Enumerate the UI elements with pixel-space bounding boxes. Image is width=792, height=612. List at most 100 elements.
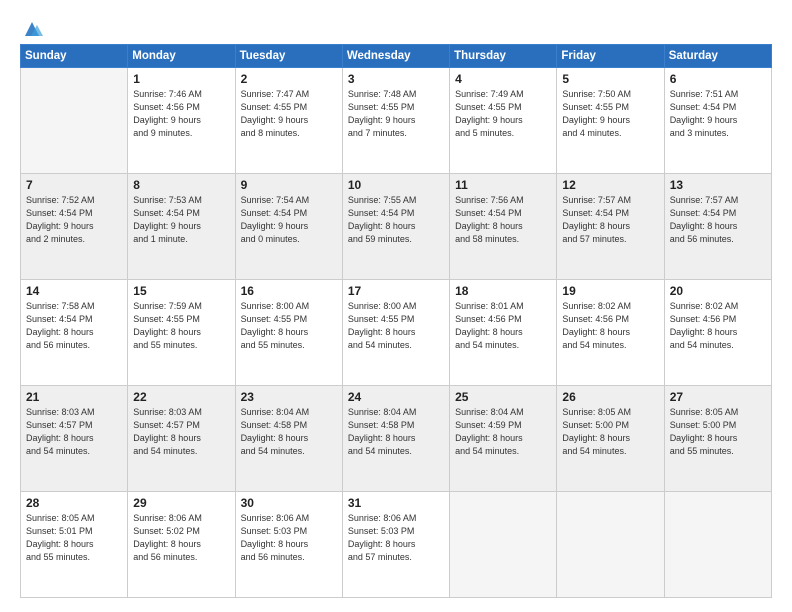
day-info: Sunrise: 7:52 AM Sunset: 4:54 PM Dayligh…	[26, 194, 122, 246]
day-info: Sunrise: 8:04 AM Sunset: 4:58 PM Dayligh…	[241, 406, 337, 458]
calendar-cell: 1 Sunrise: 7:46 AM Sunset: 4:56 PM Daylig…	[128, 68, 235, 174]
calendar-cell: 20 Sunrise: 8:02 AM Sunset: 4:56 PM Dayli…	[664, 280, 771, 386]
day-info: Sunrise: 7:59 AM Sunset: 4:55 PM Dayligh…	[133, 300, 229, 352]
calendar-cell: 27Sunrise: 8:05 AM Sunset: 5:00 PM Dayli…	[664, 386, 771, 492]
day-info: Sunrise: 8:06 AM Sunset: 5:03 PM Dayligh…	[241, 512, 337, 564]
calendar-cell: 11 Sunrise: 7:56 AM Sunset: 4:54 PM Dayli…	[450, 174, 557, 280]
day-info: Sunrise: 7:50 AM Sunset: 4:55 PM Dayligh…	[562, 88, 658, 140]
weekday-header-tuesday: Tuesday	[235, 45, 342, 68]
calendar-cell: 12Sunrise: 7:57 AM Sunset: 4:54 PM Dayli…	[557, 174, 664, 280]
day-number: 16	[241, 284, 337, 298]
day-info: Sunrise: 8:06 AM Sunset: 5:02 PM Dayligh…	[133, 512, 229, 564]
calendar-cell: 8 Sunrise: 7:53 AM Sunset: 4:54 PM Daylig…	[128, 174, 235, 280]
day-number: 2	[241, 72, 337, 86]
logo	[20, 18, 43, 34]
day-number: 14	[26, 284, 122, 298]
weekday-header-wednesday: Wednesday	[342, 45, 449, 68]
day-info: Sunrise: 8:00 AM Sunset: 4:55 PM Dayligh…	[241, 300, 337, 352]
day-info: Sunrise: 7:47 AM Sunset: 4:55 PM Dayligh…	[241, 88, 337, 140]
day-number: 6	[670, 72, 766, 86]
day-info: Sunrise: 8:04 AM Sunset: 4:59 PM Dayligh…	[455, 406, 551, 458]
calendar-cell: 26 Sunrise: 8:05 AM Sunset: 5:00 PM Dayli…	[557, 386, 664, 492]
day-number: 9	[241, 178, 337, 192]
day-number: 3	[348, 72, 444, 86]
header	[20, 18, 772, 34]
day-number: 26	[562, 390, 658, 404]
weekday-header-saturday: Saturday	[664, 45, 771, 68]
calendar-header-row: SundayMondayTuesdayWednesdayThursdayFrid…	[21, 45, 772, 68]
day-info: Sunrise: 8:05 AM Sunset: 5:01 PM Dayligh…	[26, 512, 122, 564]
day-number: 29	[133, 496, 229, 510]
calendar-cell: 29 Sunrise: 8:06 AM Sunset: 5:02 PM Dayli…	[128, 492, 235, 598]
day-info: Sunrise: 8:03 AM Sunset: 4:57 PM Dayligh…	[133, 406, 229, 458]
calendar-week-row: 7 Sunrise: 7:52 AM Sunset: 4:54 PM Daylig…	[21, 174, 772, 280]
day-number: 8	[133, 178, 229, 192]
calendar-cell: 18Sunrise: 8:01 AM Sunset: 4:56 PM Dayli…	[450, 280, 557, 386]
weekday-header-monday: Monday	[128, 45, 235, 68]
day-info: Sunrise: 7:57 AM Sunset: 4:54 PM Dayligh…	[670, 194, 766, 246]
day-info: Sunrise: 8:06 AM Sunset: 5:03 PM Dayligh…	[348, 512, 444, 564]
weekday-header-friday: Friday	[557, 45, 664, 68]
calendar-cell: 16 Sunrise: 8:00 AM Sunset: 4:55 PM Dayli…	[235, 280, 342, 386]
day-info: Sunrise: 7:53 AM Sunset: 4:54 PM Dayligh…	[133, 194, 229, 246]
day-number: 7	[26, 178, 122, 192]
calendar-cell: 30 Sunrise: 8:06 AM Sunset: 5:03 PM Dayli…	[235, 492, 342, 598]
day-info: Sunrise: 8:05 AM Sunset: 5:00 PM Dayligh…	[670, 406, 766, 458]
calendar-cell	[664, 492, 771, 598]
day-number: 13	[670, 178, 766, 192]
day-number: 11	[455, 178, 551, 192]
day-info: Sunrise: 8:01 AM Sunset: 4:56 PM Dayligh…	[455, 300, 551, 352]
logo-icon	[21, 18, 43, 38]
calendar-cell: 14 Sunrise: 7:58 AM Sunset: 4:54 PM Dayli…	[21, 280, 128, 386]
page: SundayMondayTuesdayWednesdayThursdayFrid…	[0, 0, 792, 612]
calendar-cell: 17 Sunrise: 8:00 AM Sunset: 4:55 PM Dayli…	[342, 280, 449, 386]
calendar-cell	[557, 492, 664, 598]
day-info: Sunrise: 7:48 AM Sunset: 4:55 PM Dayligh…	[348, 88, 444, 140]
day-number: 17	[348, 284, 444, 298]
calendar-table: SundayMondayTuesdayWednesdayThursdayFrid…	[20, 44, 772, 598]
calendar-cell: 31 Sunrise: 8:06 AM Sunset: 5:03 PM Dayli…	[342, 492, 449, 598]
calendar-week-row: 28Sunrise: 8:05 AM Sunset: 5:01 PM Dayli…	[21, 492, 772, 598]
day-info: Sunrise: 7:54 AM Sunset: 4:54 PM Dayligh…	[241, 194, 337, 246]
calendar-week-row: 14 Sunrise: 7:58 AM Sunset: 4:54 PM Dayli…	[21, 280, 772, 386]
day-info: Sunrise: 7:46 AM Sunset: 4:56 PM Dayligh…	[133, 88, 229, 140]
calendar-cell: 3 Sunrise: 7:48 AM Sunset: 4:55 PM Daylig…	[342, 68, 449, 174]
day-info: Sunrise: 7:55 AM Sunset: 4:54 PM Dayligh…	[348, 194, 444, 246]
calendar-cell: 6 Sunrise: 7:51 AM Sunset: 4:54 PM Daylig…	[664, 68, 771, 174]
day-info: Sunrise: 8:02 AM Sunset: 4:56 PM Dayligh…	[670, 300, 766, 352]
day-number: 12	[562, 178, 658, 192]
calendar-cell: 7 Sunrise: 7:52 AM Sunset: 4:54 PM Daylig…	[21, 174, 128, 280]
day-number: 10	[348, 178, 444, 192]
calendar-cell: 13 Sunrise: 7:57 AM Sunset: 4:54 PM Dayli…	[664, 174, 771, 280]
day-info: Sunrise: 8:00 AM Sunset: 4:55 PM Dayligh…	[348, 300, 444, 352]
calendar-cell: 9 Sunrise: 7:54 AM Sunset: 4:54 PM Daylig…	[235, 174, 342, 280]
calendar-cell: 24Sunrise: 8:04 AM Sunset: 4:58 PM Dayli…	[342, 386, 449, 492]
calendar-cell: 5Sunrise: 7:50 AM Sunset: 4:55 PM Daylig…	[557, 68, 664, 174]
day-info: Sunrise: 8:03 AM Sunset: 4:57 PM Dayligh…	[26, 406, 122, 458]
day-number: 20	[670, 284, 766, 298]
calendar-cell: 2 Sunrise: 7:47 AM Sunset: 4:55 PM Daylig…	[235, 68, 342, 174]
weekday-header-sunday: Sunday	[21, 45, 128, 68]
day-info: Sunrise: 7:49 AM Sunset: 4:55 PM Dayligh…	[455, 88, 551, 140]
calendar-cell: 28Sunrise: 8:05 AM Sunset: 5:01 PM Dayli…	[21, 492, 128, 598]
day-number: 1	[133, 72, 229, 86]
calendar-week-row: 1 Sunrise: 7:46 AM Sunset: 4:56 PM Daylig…	[21, 68, 772, 174]
day-info: Sunrise: 8:05 AM Sunset: 5:00 PM Dayligh…	[562, 406, 658, 458]
day-number: 21	[26, 390, 122, 404]
weekday-header-thursday: Thursday	[450, 45, 557, 68]
day-number: 30	[241, 496, 337, 510]
day-info: Sunrise: 7:56 AM Sunset: 4:54 PM Dayligh…	[455, 194, 551, 246]
day-info: Sunrise: 7:58 AM Sunset: 4:54 PM Dayligh…	[26, 300, 122, 352]
calendar-cell	[450, 492, 557, 598]
calendar-cell: 15 Sunrise: 7:59 AM Sunset: 4:55 PM Dayli…	[128, 280, 235, 386]
calendar-week-row: 21 Sunrise: 8:03 AM Sunset: 4:57 PM Dayli…	[21, 386, 772, 492]
calendar-cell: 21 Sunrise: 8:03 AM Sunset: 4:57 PM Dayli…	[21, 386, 128, 492]
day-number: 25	[455, 390, 551, 404]
calendar-cell: 10 Sunrise: 7:55 AM Sunset: 4:54 PM Dayli…	[342, 174, 449, 280]
day-number: 19	[562, 284, 658, 298]
day-number: 15	[133, 284, 229, 298]
day-number: 31	[348, 496, 444, 510]
calendar-cell: 25 Sunrise: 8:04 AM Sunset: 4:59 PM Dayli…	[450, 386, 557, 492]
day-info: Sunrise: 7:51 AM Sunset: 4:54 PM Dayligh…	[670, 88, 766, 140]
calendar-cell: 4Sunrise: 7:49 AM Sunset: 4:55 PM Daylig…	[450, 68, 557, 174]
